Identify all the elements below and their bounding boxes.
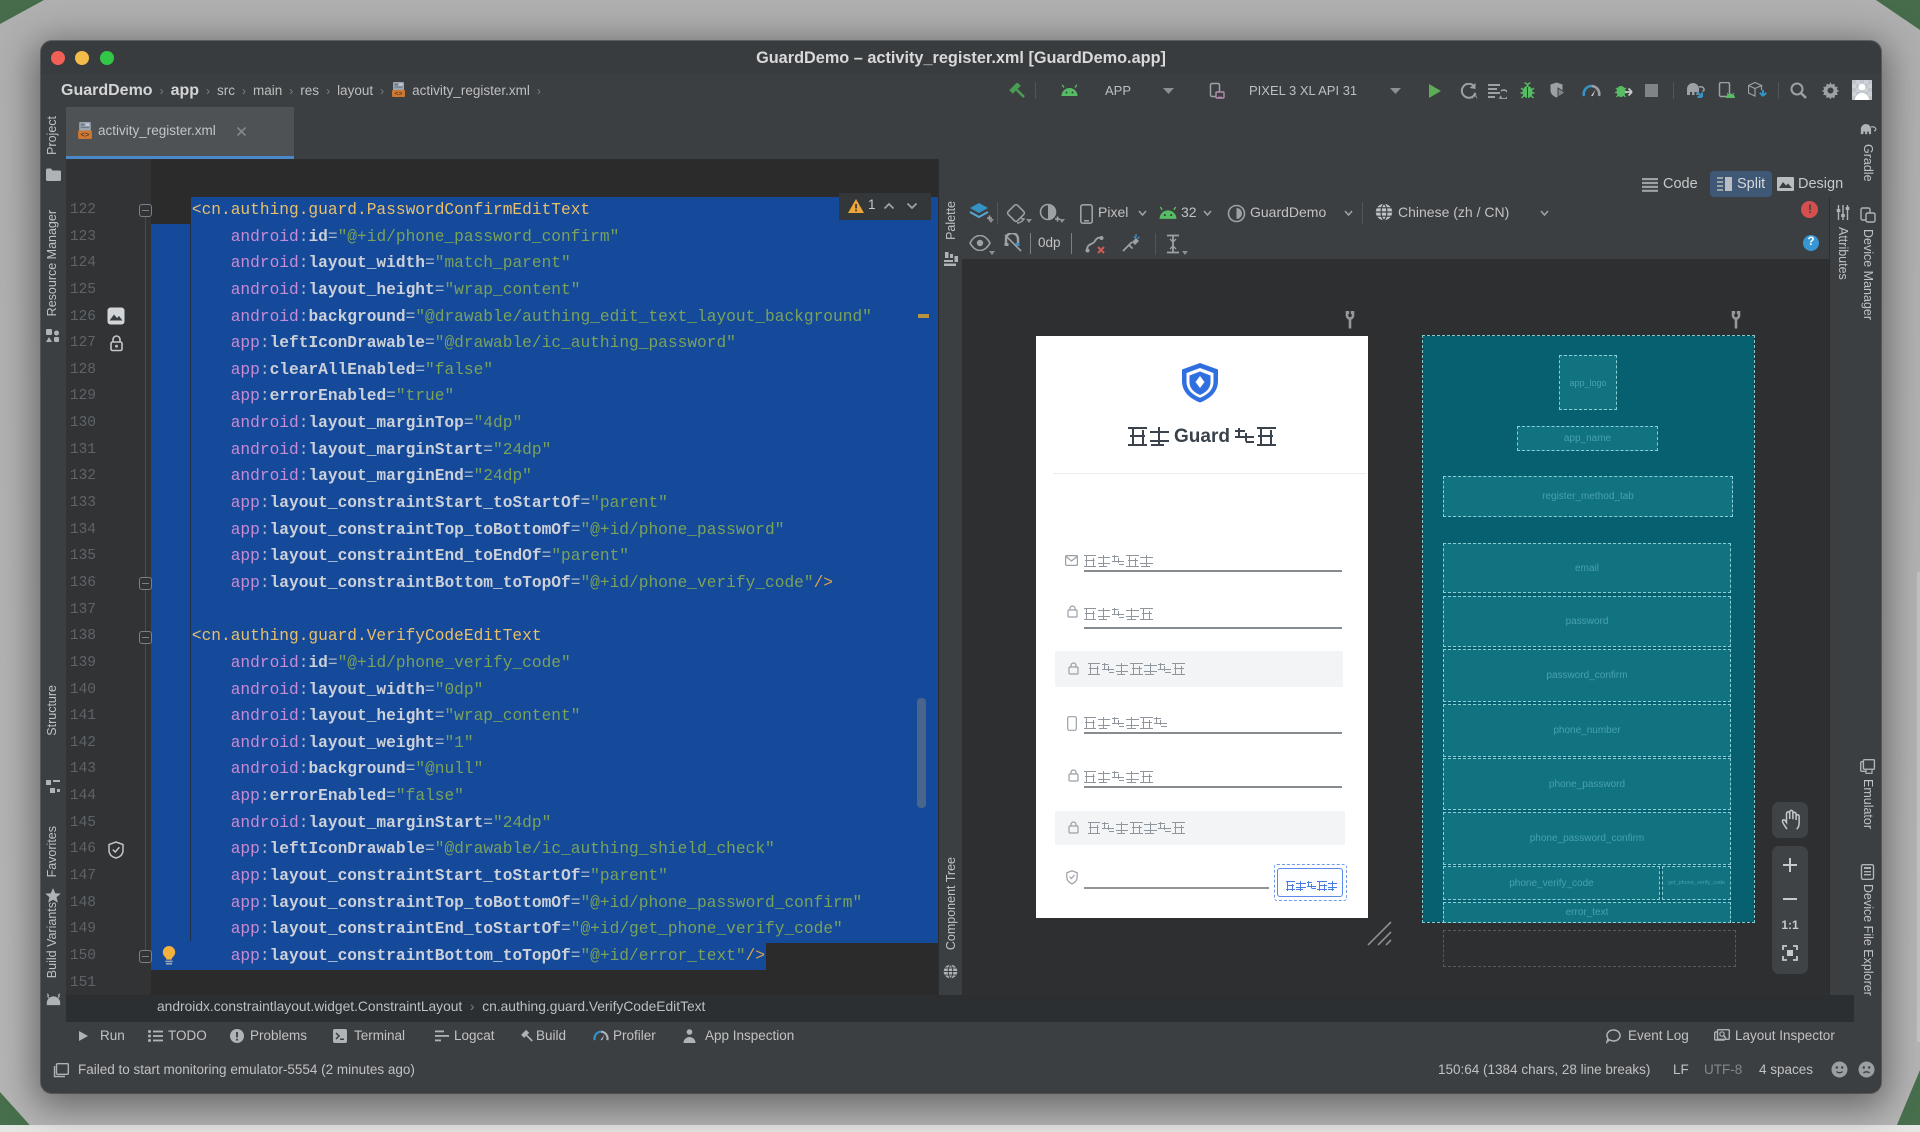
svg-text:A: A xyxy=(1472,92,1478,100)
svg-text:<>: <> xyxy=(395,91,403,98)
svg-text:<>: <> xyxy=(81,132,90,140)
